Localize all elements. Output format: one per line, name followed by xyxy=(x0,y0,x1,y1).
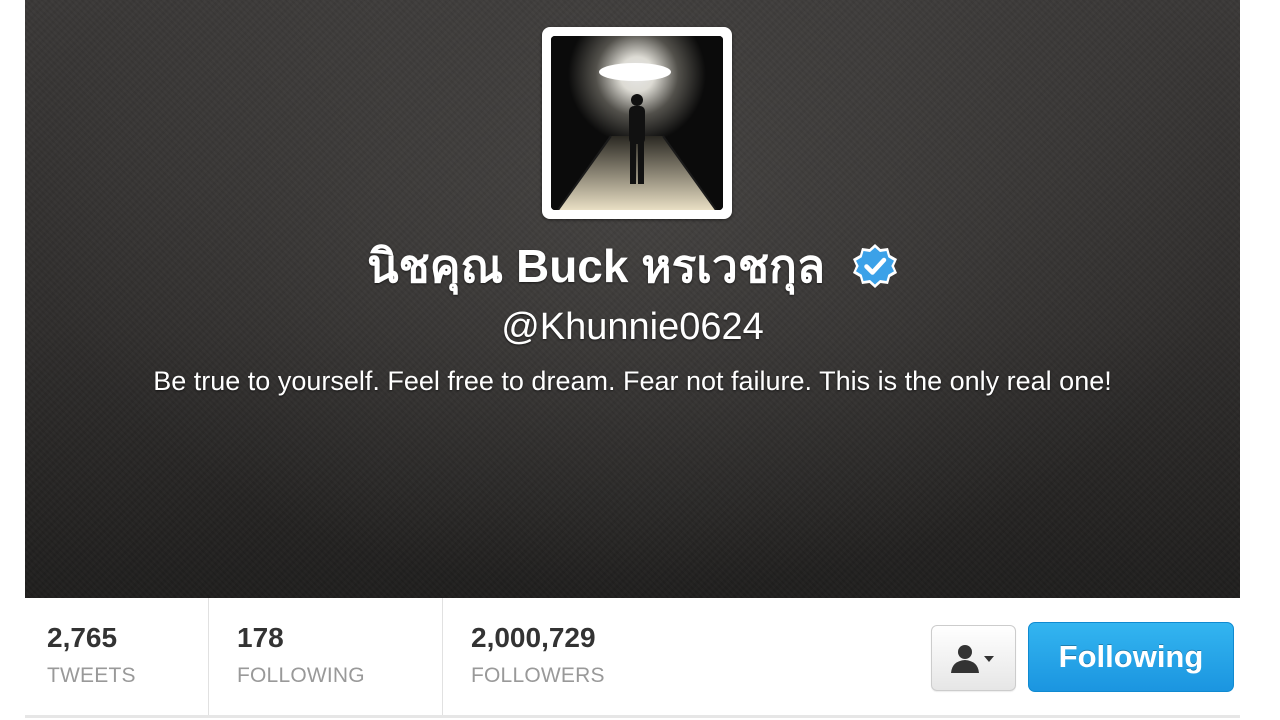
user-dropdown-icon xyxy=(951,645,994,673)
stat-following[interactable]: 178 FOLLOWING xyxy=(209,598,443,715)
tweets-count: 2,765 xyxy=(47,622,118,653)
stat-tweets[interactable]: 2,765 TWEETS xyxy=(25,598,209,715)
stats-bottom-divider xyxy=(25,715,1240,718)
user-actions-dropdown-button[interactable] xyxy=(931,625,1016,691)
profile-screen-name[interactable]: @Khunnie0624 xyxy=(25,303,1240,351)
display-name-text: นิชคุณ Buck หรเวชกุล xyxy=(367,240,826,292)
avatar-image xyxy=(551,36,723,210)
avatar[interactable] xyxy=(542,27,732,219)
verified-badge-icon xyxy=(852,243,898,289)
following-label: FOLLOWING xyxy=(237,664,365,687)
following-button[interactable]: Following xyxy=(1028,622,1234,692)
profile-bio: Be true to yourself. Feel free to dream.… xyxy=(153,366,1112,396)
stat-followers[interactable]: 2,000,729 FOLLOWERS xyxy=(443,598,743,715)
followers-count: 2,000,729 xyxy=(471,622,596,653)
tweets-label: TWEETS xyxy=(47,664,136,687)
profile-page: นิชคุณ Buck หรเวชกุล @Khunnie0624 Be tru… xyxy=(0,0,1280,720)
profile-display-name: นิชคุณ Buck หรเวชกุล xyxy=(25,236,1240,296)
followers-label: FOLLOWERS xyxy=(471,664,605,687)
profile-stats-bar: 2,765 TWEETS 178 FOLLOWING 2,000,729 FOL… xyxy=(25,598,1240,720)
following-count: 178 xyxy=(237,622,284,653)
profile-header-card: นิชคุณ Buck หรเวชกุล @Khunnie0624 Be tru… xyxy=(25,0,1240,598)
